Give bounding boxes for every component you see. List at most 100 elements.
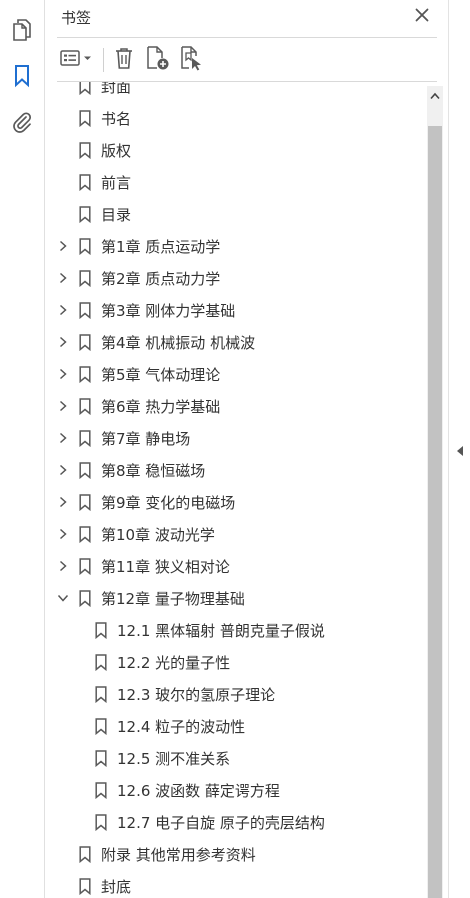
bookmark-item[interactable]: 目录 — [45, 198, 428, 230]
bookmark-item[interactable]: 版权 — [45, 134, 428, 166]
bookmark-label: 12.3 玻尔的氢原子理论 — [117, 686, 276, 704]
bookmark-item[interactable]: 第4章 机械振动 机械波 — [45, 326, 428, 358]
close-panel-button[interactable] — [412, 6, 432, 26]
chevron-down-icon[interactable] — [57, 592, 69, 604]
bookmark-label: 12.5 测不准关系 — [117, 750, 231, 768]
bookmark-icon — [79, 878, 91, 895]
bookmark-label: 第6章 热力学基础 — [101, 398, 221, 416]
bookmark-item[interactable]: 第3章 刚体力学基础 — [45, 294, 428, 326]
new-bookmark-from-structure-icon — [179, 45, 205, 75]
scrollbar-thumb[interactable] — [428, 126, 442, 898]
bookmark-item[interactable]: 第9章 变化的电磁场 — [45, 486, 428, 518]
new-bookmark-button[interactable] — [145, 46, 171, 74]
bookmark-icon — [95, 654, 107, 671]
scroll-up-button[interactable] — [427, 86, 443, 102]
bookmark-label: 附录 其他常用参考资料 — [101, 846, 256, 864]
bookmark-icon — [79, 334, 91, 351]
options-menu-button[interactable] — [59, 46, 97, 74]
chevron-right-icon[interactable] — [57, 304, 69, 316]
bookmark-item[interactable]: 12.7 电子自旋 原子的壳层结构 — [45, 806, 428, 838]
collapse-panel-arrow-icon[interactable] — [457, 446, 463, 456]
chevron-right-icon[interactable] — [57, 336, 69, 348]
chevron-right-icon[interactable] — [57, 432, 69, 444]
bookmark-item[interactable]: 第5章 气体动理论 — [45, 358, 428, 390]
bookmark-label: 目录 — [101, 206, 132, 224]
navigation-rail — [0, 0, 45, 898]
bookmark-item[interactable]: 12.3 玻尔的氢原子理论 — [45, 678, 428, 710]
bookmark-label: 版权 — [101, 142, 132, 160]
attachments-button[interactable] — [8, 108, 36, 136]
bookmark-item[interactable]: 第6章 热力学基础 — [45, 390, 428, 422]
chevron-right-icon[interactable] — [57, 496, 69, 508]
bookmark-label: 第7章 静电场 — [101, 430, 191, 448]
bookmark-icon — [95, 686, 107, 703]
bookmark-label: 第9章 变化的电磁场 — [101, 494, 236, 512]
chevron-right-icon[interactable] — [57, 240, 69, 252]
bookmark-item[interactable]: 第8章 稳恒磁场 — [45, 454, 428, 486]
new-bookmark-from-structure-button[interactable] — [179, 46, 205, 74]
bookmark-icon — [79, 398, 91, 415]
panel-header: 书签 — [45, 0, 447, 36]
bookmark-item[interactable]: 12.6 波函数 薛定谔方程 — [45, 774, 428, 806]
bookmark-icon — [79, 430, 91, 447]
bookmark-icon — [95, 814, 107, 831]
bookmarks-tree: 封面 书名版权前言目录第1章 质点运动学第2章 质点动力学 第3章 刚体力学基础第4… — [45, 82, 428, 898]
bookmark-item[interactable]: 第11章 狭义相对论 — [45, 550, 428, 582]
bookmark-item[interactable]: 第10章 波动光学 — [45, 518, 428, 550]
chevron-right-icon[interactable] — [57, 560, 69, 572]
bookmark-item[interactable]: 前言 — [45, 166, 428, 198]
vertical-scrollbar[interactable] — [427, 86, 443, 898]
bookmark-icon — [79, 238, 91, 255]
bookmark-icon — [79, 174, 91, 191]
bookmark-label: 前言 — [101, 174, 132, 192]
bookmark-item[interactable]: 12.4 粒子的波动性 — [45, 710, 428, 742]
bookmark-icon — [95, 750, 107, 767]
bookmark-item[interactable]: 第12章 量子物理基础 — [45, 582, 428, 614]
options-menu-icon — [59, 48, 97, 72]
bookmarks-window: 书签 封面 书名 版权 前言 目录 第1章 质点运动学 第2章 质点动力学 第3… — [0, 0, 470, 898]
bookmark-label: 12.6 波函数 薛定谔方程 — [117, 782, 280, 800]
bookmark-item[interactable]: 12.2 光的量子性 — [45, 646, 428, 678]
bookmark-item[interactable]: 12.5 测不准关系 — [45, 742, 428, 774]
page-thumbnails-button[interactable] — [8, 16, 36, 44]
bookmark-icon — [95, 782, 107, 799]
bookmark-label: 封底 — [101, 878, 132, 896]
bookmark-item[interactable]: 第7章 静电场 — [45, 422, 428, 454]
bookmark-icon — [13, 64, 31, 88]
bookmark-item[interactable]: 书名 — [45, 102, 428, 134]
bookmark-item[interactable]: 附录 其他常用参考资料 — [45, 838, 428, 870]
bookmark-label: 12.2 光的量子性 — [117, 654, 231, 672]
toolbar-separator — [103, 48, 104, 72]
bookmark-icon — [79, 366, 91, 383]
bookmark-icon — [79, 110, 91, 127]
chevron-right-icon[interactable] — [57, 368, 69, 380]
bookmark-label: 第3章 刚体力学基础 — [101, 302, 236, 320]
bookmark-icon — [79, 526, 91, 543]
chevron-right-icon[interactable] — [57, 464, 69, 476]
bookmark-item[interactable]: 第1章 质点运动学 — [45, 230, 428, 262]
bookmark-icon — [79, 206, 91, 223]
bookmarks-panel: 书签 封面 书名 版权 前言 目录 第1章 质点运动学 第2章 质点动力学 第3… — [45, 0, 447, 898]
bookmark-label: 第5章 气体动理论 — [101, 366, 221, 384]
bookmark-label: 第2章 质点动力学 — [101, 270, 221, 288]
bookmark-item[interactable]: 封面 — [45, 82, 428, 102]
bookmark-icon — [79, 302, 91, 319]
bookmark-icon — [79, 846, 91, 863]
bookmark-label: 第8章 稳恒磁场 — [101, 462, 206, 480]
bookmark-icon — [79, 270, 91, 287]
bookmark-icon — [79, 82, 91, 95]
delete-bookmark-button[interactable] — [111, 46, 137, 74]
bookmark-item[interactable]: 封底 — [45, 870, 428, 898]
chevron-right-icon[interactable] — [57, 272, 69, 284]
bookmarks-toolbar — [45, 42, 447, 78]
bookmarks-panel-button[interactable] — [8, 62, 36, 90]
chevron-right-icon[interactable] — [57, 528, 69, 540]
bookmark-item[interactable]: 12.1 黑体辐射 普朗克量子假说 — [45, 614, 428, 646]
chevron-right-icon[interactable] — [57, 400, 69, 412]
close-icon — [415, 7, 429, 26]
bookmark-label: 第10章 波动光学 — [101, 526, 215, 544]
bookmark-icon — [79, 494, 91, 511]
panel-title: 书签 — [61, 9, 92, 27]
bookmark-item[interactable]: 第2章 质点动力学 — [45, 262, 428, 294]
bookmark-icon — [79, 142, 91, 159]
